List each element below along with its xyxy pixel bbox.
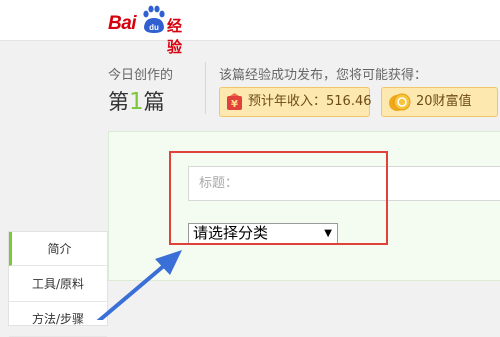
today-count-prefix: 第 bbox=[108, 90, 129, 114]
side-nav: 简介 工具/原料 方法/步骤 bbox=[8, 231, 108, 337]
publish-reward-tip: 该篇经验成功发布，您将可能获得： bbox=[219, 68, 428, 83]
income-reward-badge: ¥ 预计年收入：516.46 bbox=[219, 87, 372, 117]
today-created-label: 今日创作的 bbox=[108, 68, 174, 83]
today-count: 第1篇 bbox=[108, 86, 165, 116]
nav-item-intro[interactable]: 简介 bbox=[9, 232, 107, 266]
highlight-box bbox=[169, 151, 388, 245]
income-reward-text: 预计年收入：516.46 bbox=[248, 94, 372, 109]
today-count-suffix: 篇 bbox=[143, 90, 165, 114]
header-divider bbox=[205, 62, 206, 114]
logo-jingyan-text: 经验 bbox=[167, 17, 182, 56]
today-count-number: 1 bbox=[129, 89, 144, 115]
money-bag-icon: ¥ bbox=[227, 93, 242, 110]
wealth-reward-text: 20财富值 bbox=[416, 94, 472, 109]
gold-coin-icon bbox=[389, 93, 411, 111]
logo-bai-text: Bai bbox=[108, 13, 137, 34]
wealth-reward-badge: 20财富值 bbox=[381, 87, 498, 117]
paw-logo-icon: du bbox=[143, 5, 165, 33]
nav-item-tools[interactable]: 工具/原料 bbox=[9, 267, 107, 302]
logo-du-text: du bbox=[149, 23, 159, 32]
top-bar: Bai du 经验 bbox=[0, 0, 500, 56]
svg-text:¥: ¥ bbox=[231, 99, 238, 110]
